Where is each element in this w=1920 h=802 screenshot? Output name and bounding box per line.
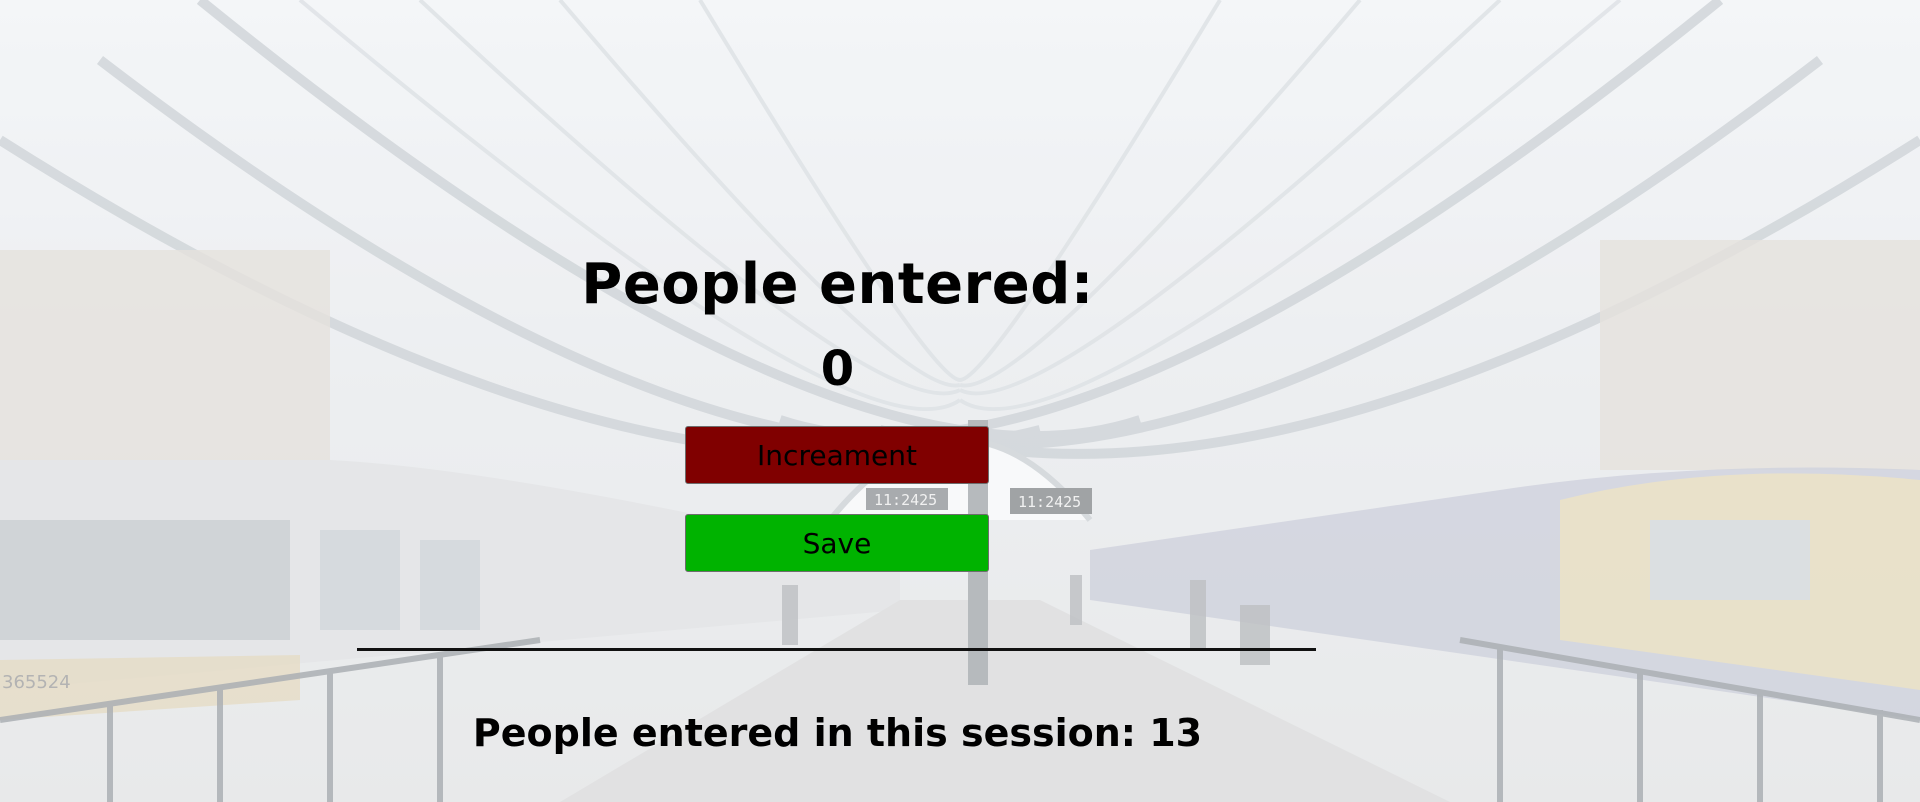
divider — [357, 648, 1316, 651]
session-count-label: People entered in this session: 13 — [472, 711, 1203, 755]
save-button[interactable]: Save — [685, 514, 989, 572]
people-count-value: 0 — [820, 341, 855, 397]
people-entered-heading: People entered: — [581, 252, 1094, 317]
increment-button[interactable]: Increament — [685, 426, 989, 484]
station-background-image: 11:2425 11:2425 365524 — [0, 0, 1920, 802]
